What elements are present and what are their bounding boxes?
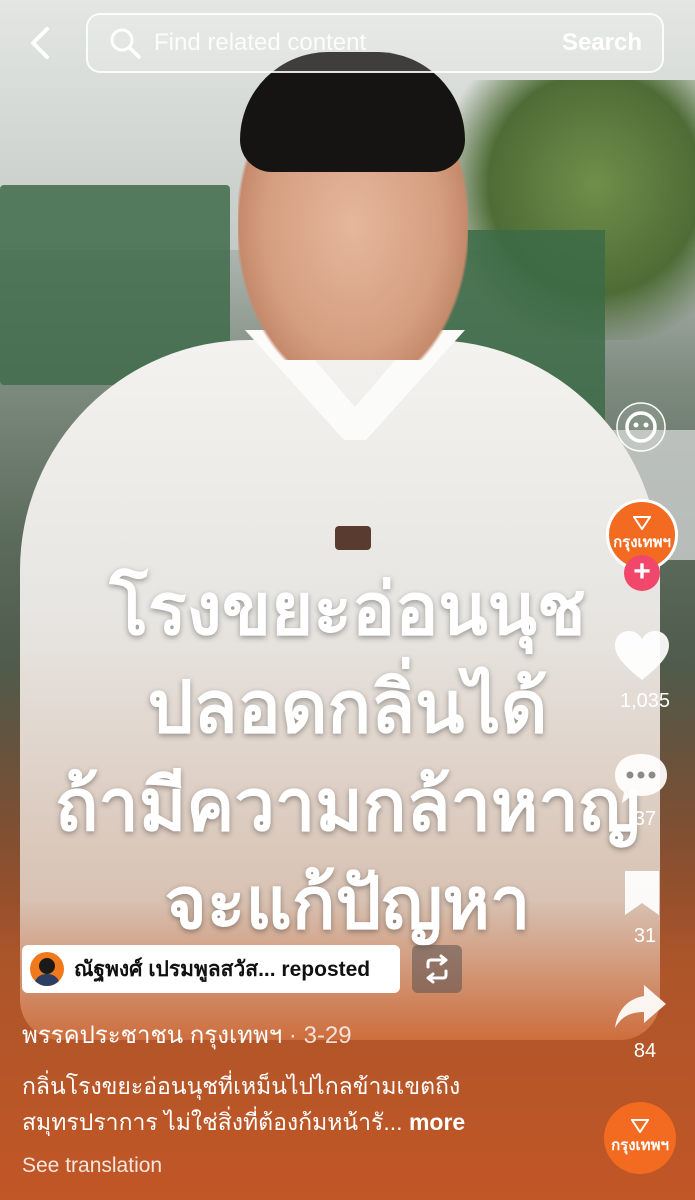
top-bar: Find related content Search	[0, 0, 695, 90]
overlay-line: โรงขยะอ่อนนุช	[109, 567, 586, 651]
post-caption[interactable]: กลิ่นโรงขยะอ่อนนุชที่เหม็นไปไกลข้ามเขตถึ…	[22, 1068, 582, 1140]
overlay-line: จะแก้ปัญหา	[164, 861, 531, 945]
avatar	[30, 952, 64, 986]
share-arrow-icon[interactable]	[612, 982, 668, 1032]
repost-label: ณัฐพงศ์ เปรมพูลสวัส... reposted	[74, 957, 371, 981]
bookmark-icon[interactable]	[621, 868, 663, 918]
comment-icon[interactable]	[612, 750, 670, 806]
creator-badge-text: กรุงเทพฯ	[613, 534, 671, 551]
author-name[interactable]: พรรคประชาชน กรุงเทพฯ	[22, 1022, 282, 1049]
more-link[interactable]: more	[403, 1109, 465, 1135]
video-caption-overlay: โรงขยะอ่อนนุช ปลอดกลิ่นได้ ถ้ามีความกล้า…	[0, 560, 695, 952]
comment-count: 37	[633, 808, 657, 830]
repost-button[interactable]	[412, 945, 462, 993]
party-logo-icon	[631, 1119, 649, 1133]
back-button[interactable]	[20, 22, 60, 64]
overlay-line: ถ้ามีความกล้าหาญ	[54, 763, 641, 847]
caption-line: กลิ่นโรงขยะอ่อนนุชที่เหม็นไปไกลข้ามเขตถึ…	[22, 1073, 461, 1099]
search-icon	[110, 28, 141, 59]
lapel-mic	[335, 526, 371, 550]
post-date: · 3-29	[282, 1022, 352, 1049]
heart-icon[interactable]	[612, 628, 672, 684]
see-translation-link[interactable]: See translation	[22, 1154, 162, 1178]
party-logo-icon	[633, 516, 651, 530]
repost-indicator[interactable]: ณัฐพงศ์ เปรมพูลสวัส... reposted	[22, 945, 400, 993]
search-input[interactable]: Find related content	[154, 29, 562, 57]
share-count: 84	[633, 1040, 657, 1062]
face-effect-button[interactable]	[614, 400, 668, 454]
bookmark-count: 31	[633, 925, 657, 947]
search-bar[interactable]: Find related content Search	[86, 13, 664, 73]
overlay-line: ปลอดกลิ่นได้	[147, 665, 548, 749]
search-button[interactable]: Search	[562, 29, 642, 57]
chevron-left-icon	[31, 27, 49, 59]
like-count: 1,035	[619, 690, 671, 712]
follow-button[interactable]: +	[624, 555, 660, 591]
author-line[interactable]: พรรคประชาชน กรุงเทพฯ · 3-29	[22, 1015, 352, 1054]
sound-disc[interactable]: กรุงเทพฯ	[604, 1102, 676, 1174]
sound-badge-text: กรุงเทพฯ	[611, 1137, 669, 1154]
repost-icon	[426, 954, 448, 984]
caption-line: สมุทรปราการ ไม่ใช่สิ่งที่ต้องก้มหน้ารั..…	[22, 1109, 403, 1135]
